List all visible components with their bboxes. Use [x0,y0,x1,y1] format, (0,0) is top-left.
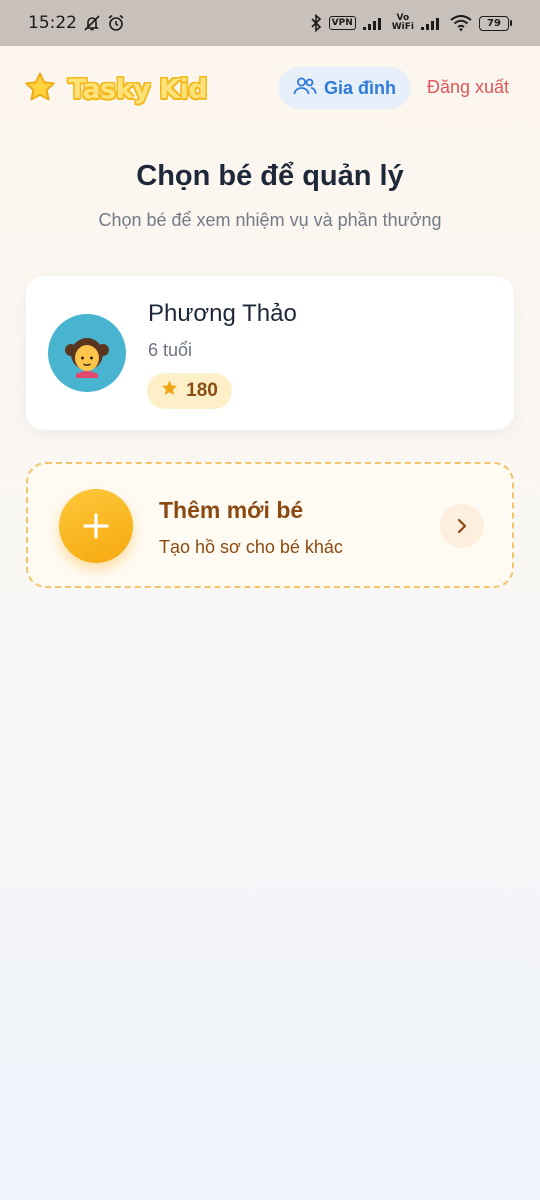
family-button[interactable]: Gia đình [278,67,411,109]
family-button-label: Gia đình [324,77,396,98]
wifi-icon [450,15,472,31]
status-bar: 15:22 VPN Vo WiFi 79 [0,0,540,46]
kid-card[interactable]: Phương Thảo 6 tuổi 180 [26,276,514,430]
girl-avatar-icon [48,314,126,392]
star-logo-icon [24,72,56,107]
signal-icon [362,16,385,30]
signal-icon [421,16,443,30]
add-kid-card[interactable]: Thêm mới bé Tạo hồ sơ cho bé khác [26,462,514,588]
add-kid-title: Thêm mới bé [159,497,304,523]
mute-bell-icon [83,14,101,32]
vowifi-indicator: Vo WiFi [391,13,414,32]
bluetooth-icon [310,14,322,32]
vpn-badge: VPN [328,16,356,30]
app-logo: Tasky Kid [24,72,208,107]
app-header: Tasky Kid Gia đình Đăng xuất [0,66,540,112]
points-value: 180 [186,380,218,401]
status-time: 15:22 [28,13,77,33]
star-icon [161,380,178,402]
add-kid-subtitle: Tạo hồ sơ cho bé khác [159,537,343,557]
kid-name: Phương Thảo [148,300,297,327]
app-name: Tasky Kid [68,74,208,105]
page-title: Chọn bé để quản lý [136,160,404,192]
users-icon [293,76,317,101]
plus-icon [59,489,133,563]
kid-age: 6 tuổi [148,340,193,360]
battery-icon: 79 [479,15,512,31]
alarm-icon [107,14,125,32]
logout-button[interactable]: Đăng xuất [427,77,509,98]
page-subtitle: Chọn bé để xem nhiệm vụ và phần thưởng [98,210,442,230]
chevron-right-icon [440,504,484,548]
points-badge: 180 [147,373,232,409]
